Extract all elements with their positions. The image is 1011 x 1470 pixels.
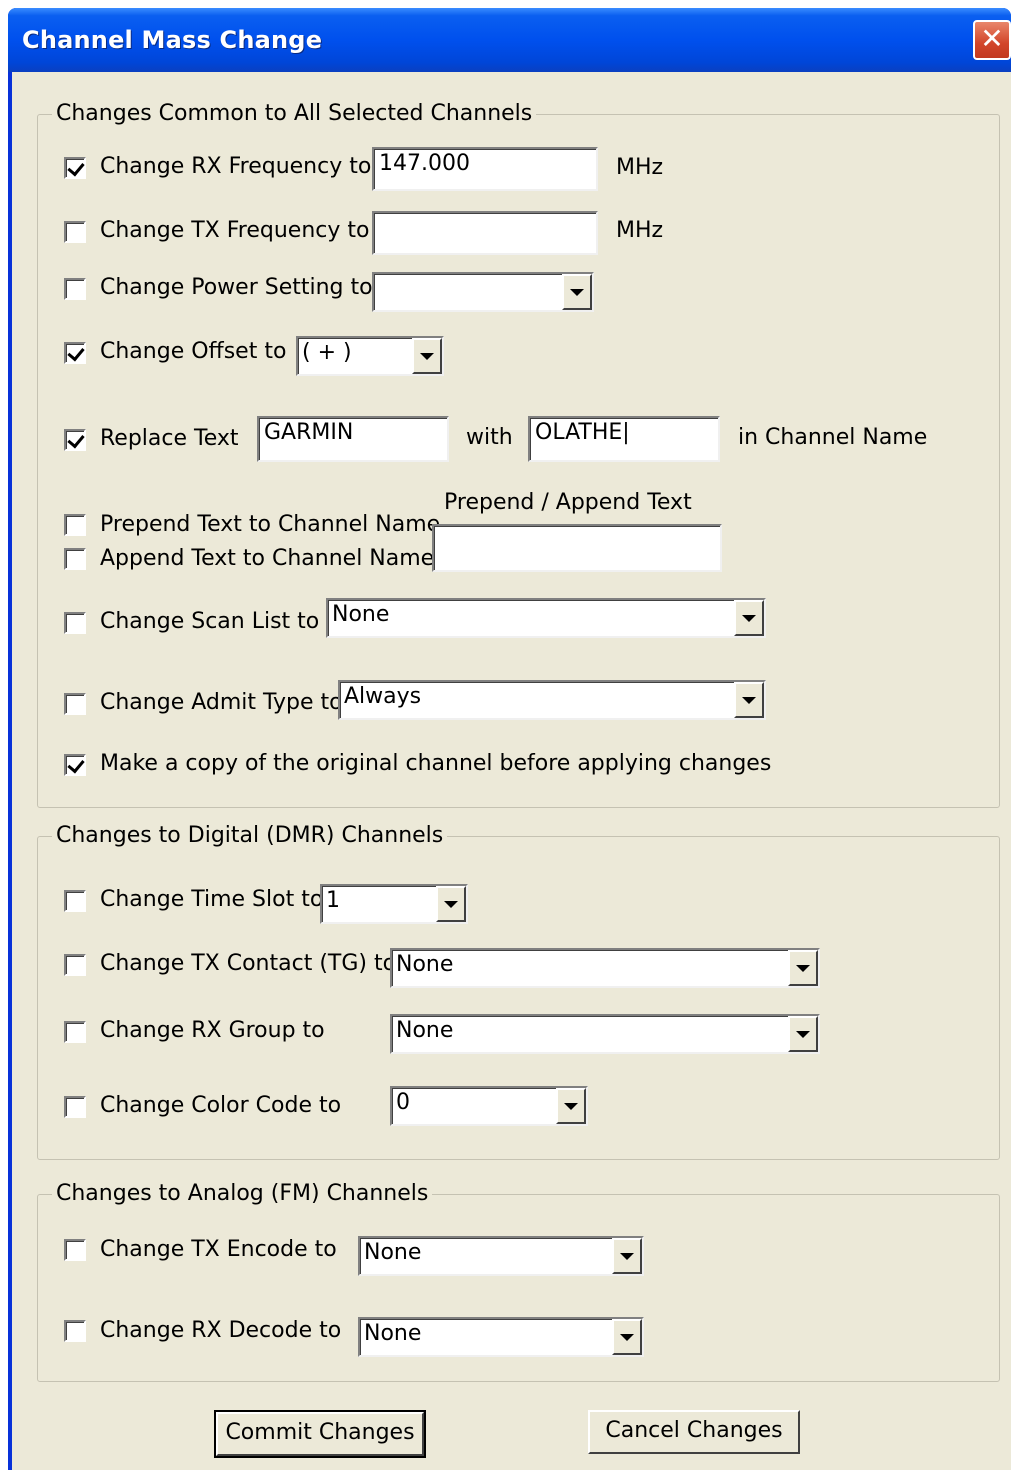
scan-list-value: None	[332, 602, 390, 627]
admit-type-checkbox[interactable]	[64, 693, 86, 715]
window-title: Channel Mass Change	[22, 26, 323, 54]
tx-frequency-input[interactable]	[372, 211, 598, 255]
color-code-value: 0	[396, 1090, 410, 1115]
analog-changes-legend: Changes to Analog (FM) Channels	[52, 1181, 433, 1206]
color-code-checkbox[interactable]	[64, 1096, 86, 1118]
offset-checkbox[interactable]	[64, 342, 86, 364]
close-button[interactable]: ✕	[973, 20, 1011, 60]
tx-contact-select[interactable]: None	[390, 948, 820, 988]
replace-text-label: Replace Text	[100, 426, 239, 451]
tx-frequency-checkbox[interactable]	[64, 221, 86, 243]
color-code-label: Change Color Code to	[100, 1093, 342, 1118]
replace-with-input[interactable]: OLATHE|	[528, 416, 720, 462]
append-checkbox[interactable]	[64, 548, 86, 570]
scan-list-label: Change Scan List to	[100, 609, 320, 634]
copy-original-checkbox[interactable]	[64, 754, 86, 776]
cancel-changes-button[interactable]: Cancel Changes	[588, 1410, 800, 1454]
time-slot-checkbox[interactable]	[64, 890, 86, 912]
chevron-down-icon[interactable]	[412, 338, 442, 374]
rx-group-label: Change RX Group to	[100, 1018, 325, 1043]
time-slot-label: Change Time Slot to	[100, 887, 324, 912]
title-bar[interactable]: Channel Mass Change ✕	[8, 8, 1011, 72]
chevron-down-icon[interactable]	[734, 600, 764, 636]
rx-group-checkbox[interactable]	[64, 1021, 86, 1043]
chevron-down-icon[interactable]	[612, 1319, 642, 1355]
prepend-append-label: Prepend / Append Text	[444, 490, 692, 515]
dialog-client-area: Changes Common to All Selected Channels …	[12, 72, 1011, 1470]
tx-frequency-label: Change TX Frequency to	[100, 218, 370, 243]
offset-select[interactable]: ( + )	[296, 336, 444, 376]
time-slot-value: 1	[326, 888, 340, 913]
admit-type-value: Always	[344, 684, 422, 709]
admit-type-select[interactable]: Always	[338, 680, 766, 720]
tx-encode-label: Change TX Encode to	[100, 1237, 337, 1262]
copy-original-label: Make a copy of the original channel befo…	[100, 751, 772, 776]
rx-frequency-checkbox[interactable]	[64, 157, 86, 179]
dialog-window: Channel Mass Change ✕ Changes Common to …	[8, 8, 1011, 1470]
tx-frequency-unit: MHz	[616, 218, 664, 243]
rx-decode-label: Change RX Decode to	[100, 1318, 342, 1343]
power-setting-select[interactable]	[372, 272, 594, 312]
digital-changes-legend: Changes to Digital (DMR) Channels	[52, 823, 448, 848]
rx-group-select[interactable]: None	[390, 1014, 820, 1054]
tx-encode-checkbox[interactable]	[64, 1239, 86, 1261]
scan-list-select[interactable]: None	[326, 598, 766, 638]
chevron-down-icon[interactable]	[612, 1238, 642, 1274]
replace-suffix-label: in Channel Name	[738, 425, 928, 450]
commit-changes-button[interactable]: Commit Changes	[214, 1410, 426, 1458]
time-slot-select[interactable]: 1	[320, 884, 468, 924]
rx-frequency-label: Change RX Frequency to	[100, 154, 372, 179]
tx-encode-value: None	[364, 1240, 422, 1265]
rx-group-value: None	[396, 1018, 454, 1043]
chevron-down-icon[interactable]	[562, 274, 592, 310]
tx-encode-select[interactable]: None	[358, 1236, 644, 1276]
color-code-select[interactable]: 0	[390, 1086, 588, 1126]
power-setting-label: Change Power Setting to	[100, 275, 373, 300]
prepend-checkbox[interactable]	[64, 514, 86, 536]
chevron-down-icon[interactable]	[556, 1088, 586, 1124]
prepend-label: Prepend Text to Channel Name	[100, 512, 441, 537]
rx-decode-checkbox[interactable]	[64, 1320, 86, 1342]
offset-label: Change Offset to	[100, 339, 287, 364]
replace-text-checkbox[interactable]	[64, 429, 86, 451]
power-setting-checkbox[interactable]	[64, 278, 86, 300]
append-label: Append Text to Channel Name	[100, 546, 435, 571]
tx-contact-label: Change TX Contact (TG) to	[100, 951, 397, 976]
chevron-down-icon[interactable]	[788, 950, 818, 986]
rx-decode-value: None	[364, 1321, 422, 1346]
chevron-down-icon[interactable]	[788, 1016, 818, 1052]
rx-frequency-input[interactable]: 147.000	[372, 147, 598, 191]
tx-contact-value: None	[396, 952, 454, 977]
admit-type-label: Change Admit Type to	[100, 690, 343, 715]
rx-frequency-unit: MHz	[616, 155, 664, 180]
rx-decode-select[interactable]: None	[358, 1317, 644, 1357]
common-changes-legend: Changes Common to All Selected Channels	[52, 101, 537, 126]
chevron-down-icon[interactable]	[734, 682, 764, 718]
replace-with-label: with	[466, 425, 513, 450]
chevron-down-icon[interactable]	[436, 886, 466, 922]
replace-find-input[interactable]: GARMIN	[257, 416, 449, 462]
tx-contact-checkbox[interactable]	[64, 954, 86, 976]
offset-value: ( + )	[302, 340, 352, 365]
prepend-append-input[interactable]	[432, 524, 722, 572]
scan-list-checkbox[interactable]	[64, 612, 86, 634]
